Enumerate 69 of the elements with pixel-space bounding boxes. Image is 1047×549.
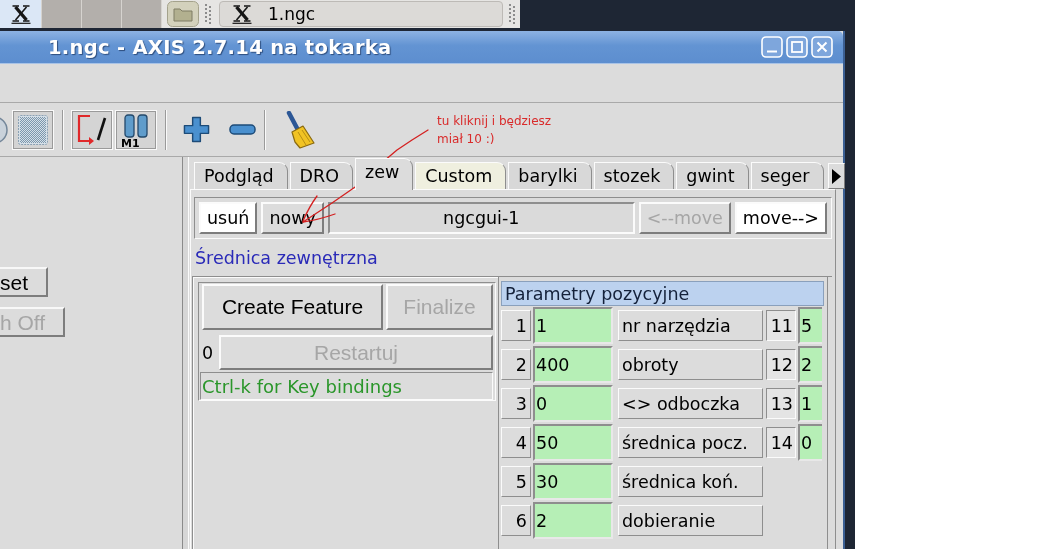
maximize-icon[interactable] <box>786 36 808 58</box>
minus-icon[interactable] <box>229 124 256 135</box>
tab[interactable]: zew <box>355 158 414 190</box>
toggle-button[interactable] <box>12 109 54 150</box>
side-button[interactable]: set <box>0 267 48 297</box>
tab[interactable]: stozek <box>593 162 675 189</box>
x-logo-icon <box>232 4 252 24</box>
param-value-field[interactable]: 30 <box>533 463 613 500</box>
param-value-field[interactable]: 1 <box>798 385 822 422</box>
param-label: średnica koń. <box>618 466 763 497</box>
pane-sash[interactable] <box>182 157 189 549</box>
window-title: 1.ngc - AXIS 2.7.14 na tokarka <box>48 35 393 59</box>
tab-scroll-button[interactable] <box>827 163 845 189</box>
tab[interactable]: DRO <box>289 162 353 189</box>
feature-title: Średnica zewnętrzna <box>195 248 378 269</box>
tab[interactable]: Podgląd <box>194 162 288 189</box>
grip-handle[interactable] <box>204 3 212 25</box>
param-label: <> odboczka <box>618 388 763 419</box>
section-header: Parametry pozycyjne <box>501 281 824 306</box>
feature-button[interactable]: move--> <box>734 202 827 234</box>
toggle-button[interactable] <box>71 109 113 150</box>
annotation-text: tu kliknij i będziesz miał 10 :) <box>437 113 552 148</box>
close-icon[interactable] <box>811 36 833 58</box>
desktop-switch[interactable] <box>122 0 162 28</box>
param-value-field[interactable]: 1 <box>533 307 613 344</box>
minimize-icon[interactable] <box>761 36 783 58</box>
folder-icon[interactable] <box>167 1 199 27</box>
desktop-switch[interactable] <box>42 0 82 28</box>
bars-icon <box>121 113 151 138</box>
feature-button[interactable]: usuń <box>199 202 258 234</box>
param-number: 12 <box>766 349 796 380</box>
param-value-field[interactable]: 400 <box>533 346 613 383</box>
param-label: obroty <box>618 349 763 380</box>
param-number: 6 <box>501 505 531 536</box>
tab[interactable]: seger <box>750 162 824 189</box>
param-value-field[interactable]: 2 <box>798 346 822 383</box>
toggle-button[interactable]: M1 <box>115 109 157 150</box>
desktop-switch[interactable] <box>0 0 42 28</box>
param-label: nr narzędzia <box>618 310 763 341</box>
param-value-field[interactable]: 2 <box>533 502 613 539</box>
param-number: 5 <box>501 466 531 497</box>
grip-handle[interactable] <box>508 3 516 25</box>
tab[interactable]: barylki <box>508 162 592 189</box>
param-value-field[interactable]: 0 <box>798 424 822 461</box>
dotted-square-icon <box>18 114 48 145</box>
param-value-field[interactable]: 50 <box>533 424 613 461</box>
tab[interactable]: gwint <box>676 162 749 189</box>
feature-name-field[interactable]: ngcgui-1 <box>327 202 635 234</box>
task-button[interactable]: 1.ngc <box>219 1 503 27</box>
desktop-switch[interactable] <box>82 0 122 28</box>
param-number: 11 <box>766 310 796 341</box>
param-value-field[interactable]: 0 <box>533 385 613 422</box>
param-number: 4 <box>501 427 531 458</box>
param-number: 14 <box>766 427 796 458</box>
param-label: średnica pocz. <box>618 427 763 458</box>
x-logo-icon <box>10 4 31 24</box>
param-number: 3 <box>501 388 531 419</box>
plus-icon[interactable] <box>183 116 210 143</box>
tab[interactable]: Custom <box>415 162 507 189</box>
corner-slash-icon <box>75 113 109 146</box>
key-bindings-hint: Ctrl-k for Key bindings <box>200 372 493 400</box>
param-value-field[interactable]: 5 <box>798 307 822 344</box>
param-number: 13 <box>766 388 796 419</box>
param-number: 1 <box>501 310 531 341</box>
param-label: dobieranie <box>618 505 763 536</box>
param-number: 2 <box>501 349 531 380</box>
create-feature-button[interactable]: Create Feature <box>202 284 383 330</box>
restart-count: 0 <box>202 342 215 363</box>
triangle-right-icon <box>831 168 841 184</box>
